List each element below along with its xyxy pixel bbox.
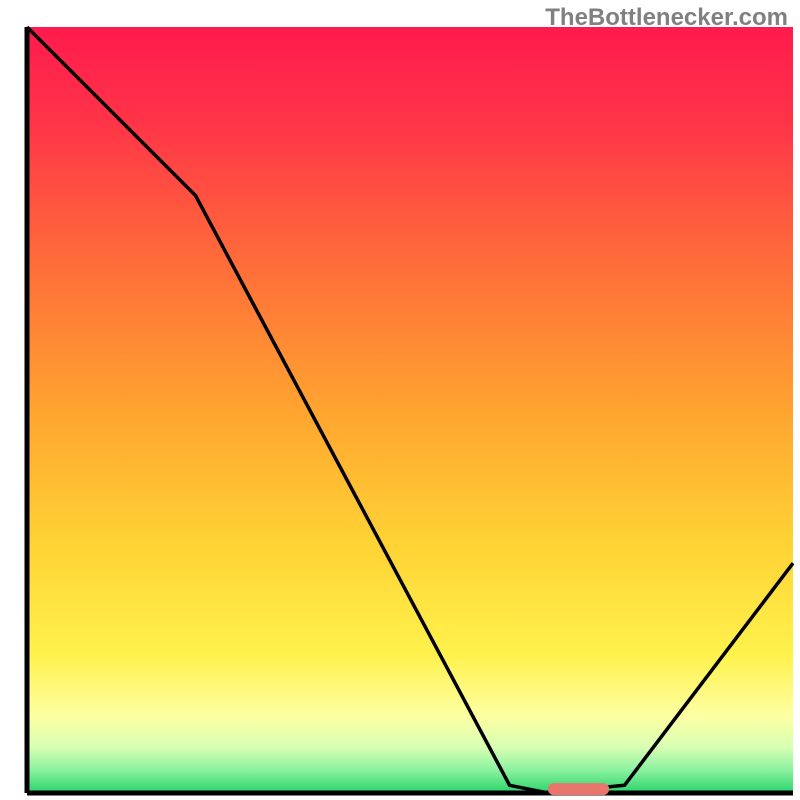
chart-container: TheBottlenecker.com (0, 0, 800, 800)
optimal-marker (548, 783, 609, 795)
bottleneck-chart (0, 0, 800, 800)
watermark-text: TheBottlenecker.com (545, 4, 788, 32)
